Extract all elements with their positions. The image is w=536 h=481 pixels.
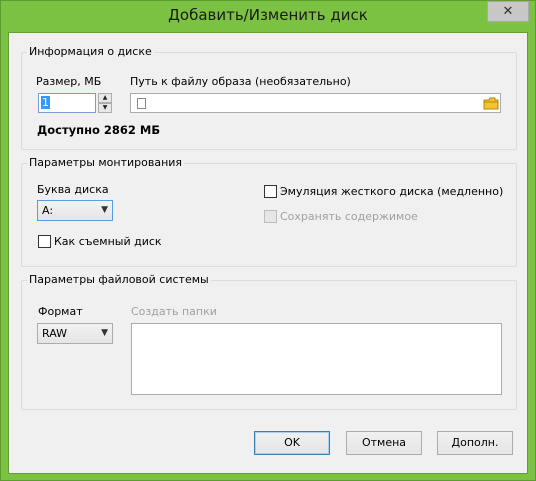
hdd-emulation-label[interactable]: Эмуляция жесткого диска (медленно) [280,185,503,198]
image-path-input[interactable] [130,93,501,113]
format-value: RAW [42,327,67,340]
size-label: Размер, МБ [36,75,102,88]
filesystem-options-legend: Параметры файловой системы [27,273,211,286]
title-bar[interactable]: Добавить/Изменить диск ✕ [1,1,535,31]
image-path-label: Путь к файлу образа (необязательно) [130,75,351,88]
create-folders-label: Создать папки [131,305,217,318]
keep-contents-label: Сохранять содержимое [280,210,418,223]
more-options-button[interactable]: Дополн. [437,431,513,455]
close-button[interactable]: ✕ [487,1,529,22]
disk-info-group: Информация о диске Размер, МБ 1 ▲ ▼ Путь… [21,45,517,150]
size-up-button[interactable]: ▲ [98,93,112,103]
keep-contents-checkbox[interactable] [264,210,277,223]
drive-letter-value: A: [42,204,54,217]
dialog-window: Добавить/Изменить диск ✕ Информация о ди… [0,0,536,481]
size-input[interactable]: 1 [38,93,96,113]
size-value: 1 [41,96,50,109]
disk-info-legend: Информация о диске [27,45,154,58]
size-down-button[interactable]: ▼ [98,103,112,113]
chevron-down-icon: ▼ [101,205,108,215]
mount-options-legend: Параметры монтирования [27,156,185,169]
drive-letter-label: Буква диска [37,183,109,196]
dialog-client: Информация о диске Размер, МБ 1 ▲ ▼ Путь… [8,32,528,474]
mount-options-group: Параметры монтирования Буква диска A: ▼ … [21,156,517,267]
format-label: Формат [38,305,83,318]
close-icon: ✕ [502,4,514,19]
hdd-emulation-checkbox[interactable] [264,185,277,198]
create-folders-listbox[interactable] [131,323,502,395]
format-select[interactable]: RAW ▼ [37,323,113,344]
removable-label[interactable]: Как съемный диск [54,235,162,248]
window-title: Добавить/Изменить диск [168,6,368,24]
folder-icon[interactable] [483,97,499,110]
available-space-text: Доступно 2862 МБ [37,123,161,137]
filesystem-options-group: Параметры файловой системы Формат RAW ▼ … [21,273,517,410]
file-icon [137,98,146,109]
removable-checkbox[interactable] [38,235,51,248]
chevron-up-icon: ▲ [102,94,108,101]
drive-letter-select[interactable]: A: ▼ [37,200,113,221]
ok-button[interactable]: OK [254,431,330,455]
chevron-down-icon: ▼ [101,328,108,338]
chevron-down-icon: ▼ [102,104,108,111]
cancel-button[interactable]: Отмена [346,431,422,455]
